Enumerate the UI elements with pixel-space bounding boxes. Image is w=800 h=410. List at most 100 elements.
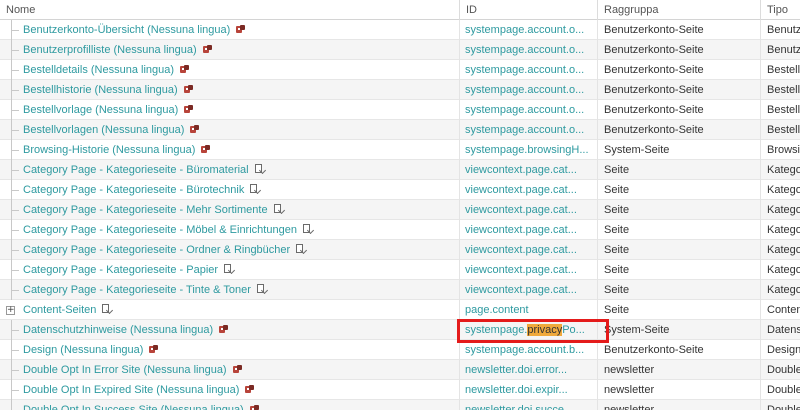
cell-id[interactable]: systempage.account.o...	[460, 80, 598, 100]
category-page-icon	[254, 164, 266, 175]
column-header-name[interactable]: Nome	[0, 0, 460, 20]
cell-name[interactable]: Datenschutzhinweise (Nessuna lingua)	[0, 320, 460, 340]
column-header-id[interactable]: ID	[460, 0, 598, 20]
cell-id[interactable]: newsletter.doi.expir...	[460, 380, 598, 400]
cell-id[interactable]: viewcontext.page.cat...	[460, 200, 598, 220]
table-row[interactable]: Datenschutzhinweise (Nessuna lingua) syst…	[0, 320, 800, 340]
page-name-link[interactable]: Benutzerkonto-Übersicht (Nessuna lingua)	[23, 24, 230, 36]
cell-name[interactable]: Category Page - Kategorieseite - Büromat…	[0, 160, 460, 180]
tree-branch	[11, 230, 19, 231]
cell-name[interactable]: Bestellhistorie (Nessuna lingua)	[0, 80, 460, 100]
table-row[interactable]: Bestellvorlagen (Nessuna lingua) systempa…	[0, 120, 800, 140]
cell-name[interactable]: Browsing-Historie (Nessuna lingua)	[0, 140, 460, 160]
cell-name[interactable]: Category Page - Kategorieseite - Ordner …	[0, 240, 460, 260]
id-text: newsletter.doi.succe...	[465, 404, 574, 410]
table-row[interactable]: Bestellhistorie (Nessuna lingua) systempa…	[0, 80, 800, 100]
cell-id[interactable]: page.content	[460, 300, 598, 320]
page-name-link[interactable]: Datenschutzhinweise (Nessuna lingua)	[23, 324, 213, 336]
cell-name[interactable]: Category Page - Kategorieseite - Papier	[0, 260, 460, 280]
table-row[interactable]: Double Opt In Error Site (Nessuna lingua…	[0, 360, 800, 380]
id-text: newsletter.doi.expir...	[465, 384, 568, 396]
cell-id[interactable]: viewcontext.page.cat...	[460, 160, 598, 180]
page-name-link[interactable]: Category Page - Kategorieseite - Möbel &…	[23, 224, 297, 236]
page-name-link[interactable]: Design (Nessuna lingua)	[23, 344, 143, 356]
cell-name[interactable]: Benutzerkonto-Übersicht (Nessuna lingua)	[0, 20, 460, 40]
cell-name[interactable]: Double Opt In Error Site (Nessuna lingua…	[0, 360, 460, 380]
cell-type: Bestellv	[767, 124, 800, 136]
cell-id[interactable]: systempage.account.o...	[460, 120, 598, 140]
page-name-link[interactable]: Double Opt In Error Site (Nessuna lingua…	[23, 364, 227, 376]
cell-id[interactable]: systempage.account.o...	[460, 100, 598, 120]
table-row[interactable]: Double Opt In Success Site (Nessuna ling…	[0, 400, 800, 410]
cell-name[interactable]: Design (Nessuna lingua)	[0, 340, 460, 360]
column-header-type[interactable]: Tipo	[761, 0, 800, 20]
cell-type: Katego	[767, 164, 800, 176]
table-row[interactable]: Double Opt In Expired Site (Nessuna ling…	[0, 380, 800, 400]
page-name-link[interactable]: Browsing-Historie (Nessuna lingua)	[23, 144, 195, 156]
page-name-link[interactable]: Category Page - Kategorieseite - Büromat…	[23, 164, 249, 176]
cell-id[interactable]: viewcontext.page.cat...	[460, 220, 598, 240]
page-name-link[interactable]: Content-Seiten	[23, 304, 96, 316]
page-name-link[interactable]: Benutzerprofilliste (Nessuna lingua)	[23, 44, 197, 56]
table-row[interactable]: + Content-Seiten page.content Seite Content	[0, 300, 800, 320]
cell-id[interactable]: viewcontext.page.cat...	[460, 240, 598, 260]
cell-id[interactable]: systempage.account.o...	[460, 60, 598, 80]
cell-group: newsletter	[598, 400, 761, 410]
table-row[interactable]: Benutzerkonto-Übersicht (Nessuna lingua)…	[0, 20, 800, 40]
search-match-highlight: privacy	[527, 324, 563, 336]
table-row[interactable]: Category Page - Kategorieseite - Büromat…	[0, 160, 800, 180]
page-name-link[interactable]: Category Page - Kategorieseite - Bürotec…	[23, 184, 244, 196]
cell-id[interactable]: systempage.account.b...	[460, 340, 598, 360]
page-name-link[interactable]: Bestellvorlage (Nessuna lingua)	[23, 104, 178, 116]
cell-name[interactable]: + Content-Seiten	[0, 300, 460, 320]
cell-name[interactable]: Bestellvorlage (Nessuna lingua)	[0, 100, 460, 120]
cell-name[interactable]: Double Opt In Expired Site (Nessuna ling…	[0, 380, 460, 400]
page-name-link[interactable]: Category Page - Kategorieseite - Papier	[23, 264, 218, 276]
cell-id[interactable]: systempage.account.o...	[460, 20, 598, 40]
cell-name[interactable]: Benutzerprofilliste (Nessuna lingua)	[0, 40, 460, 60]
table-row[interactable]: Category Page - Kategorieseite - Mehr So…	[0, 200, 800, 220]
cell-id[interactable]: systempage.browsingH...	[460, 140, 598, 160]
cell-name[interactable]: Bestelldetails (Nessuna lingua)	[0, 60, 460, 80]
column-header-group[interactable]: Raggruppa	[598, 0, 761, 20]
page-name-link[interactable]: Double Opt In Expired Site (Nessuna ling…	[23, 384, 239, 396]
table-row[interactable]: Category Page - Kategorieseite - Möbel &…	[0, 220, 800, 240]
page-name-link[interactable]: Double Opt In Success Site (Nessuna ling…	[23, 404, 244, 410]
table-row[interactable]: Benutzerprofilliste (Nessuna lingua) syst…	[0, 40, 800, 60]
page-name-link[interactable]: Bestellvorlagen (Nessuna lingua)	[23, 124, 184, 136]
cell-id[interactable]: viewcontext.page.cat...	[460, 260, 598, 280]
table-row[interactable]: Bestellvorlage (Nessuna lingua) systempag…	[0, 100, 800, 120]
cell-name[interactable]: Category Page - Kategorieseite - Möbel &…	[0, 220, 460, 240]
table-row[interactable]: Bestelldetails (Nessuna lingua) systempag…	[0, 60, 800, 80]
table-row[interactable]: Category Page - Kategorieseite - Tinte &…	[0, 280, 800, 300]
cell-group: Seite	[598, 180, 761, 200]
page-name-link[interactable]: Category Page - Kategorieseite - Ordner …	[23, 244, 290, 256]
page-name-link[interactable]: Category Page - Kategorieseite - Mehr So…	[23, 204, 268, 216]
cell-id[interactable]: viewcontext.page.cat...	[460, 280, 598, 300]
cell-group: Seite	[598, 200, 761, 220]
id-text: viewcontext.page.cat...	[465, 204, 577, 216]
table-row[interactable]: Category Page - Kategorieseite - Bürotec…	[0, 180, 800, 200]
cell-group: Seite	[598, 220, 761, 240]
page-name-link[interactable]: Bestellhistorie (Nessuna lingua)	[23, 84, 178, 96]
cell-name[interactable]: Double Opt In Success Site (Nessuna ling…	[0, 400, 460, 410]
table-row[interactable]: Browsing-Historie (Nessuna lingua) system…	[0, 140, 800, 160]
cell-id[interactable]: newsletter.doi.error...	[460, 360, 598, 380]
cell-id[interactable]: systempage.account.o...	[460, 40, 598, 60]
page-name-link[interactable]: Category Page - Kategorieseite - Tinte &…	[23, 284, 251, 296]
table-row[interactable]: Category Page - Kategorieseite - Papier v…	[0, 260, 800, 280]
page-red-icon	[219, 324, 229, 334]
table-row[interactable]: Design (Nessuna lingua) systempage.accoun…	[0, 340, 800, 360]
cell-name[interactable]: Bestellvorlagen (Nessuna lingua)	[0, 120, 460, 140]
id-text: systempage.account.o...	[465, 104, 585, 116]
cell-id[interactable]: systempage.privacyPo...	[460, 320, 598, 340]
cell-id[interactable]: viewcontext.page.cat...	[460, 180, 598, 200]
cell-name[interactable]: Category Page - Kategorieseite - Mehr So…	[0, 200, 460, 220]
cell-name[interactable]: Category Page - Kategorieseite - Tinte &…	[0, 280, 460, 300]
id-text: viewcontext.page.cat...	[465, 224, 577, 236]
table-row[interactable]: Category Page - Kategorieseite - Ordner …	[0, 240, 800, 260]
expand-toggle-icon[interactable]: +	[6, 306, 15, 315]
cell-name[interactable]: Category Page - Kategorieseite - Bürotec…	[0, 180, 460, 200]
cell-id[interactable]: newsletter.doi.succe...	[460, 400, 598, 410]
page-name-link[interactable]: Bestelldetails (Nessuna lingua)	[23, 64, 174, 76]
